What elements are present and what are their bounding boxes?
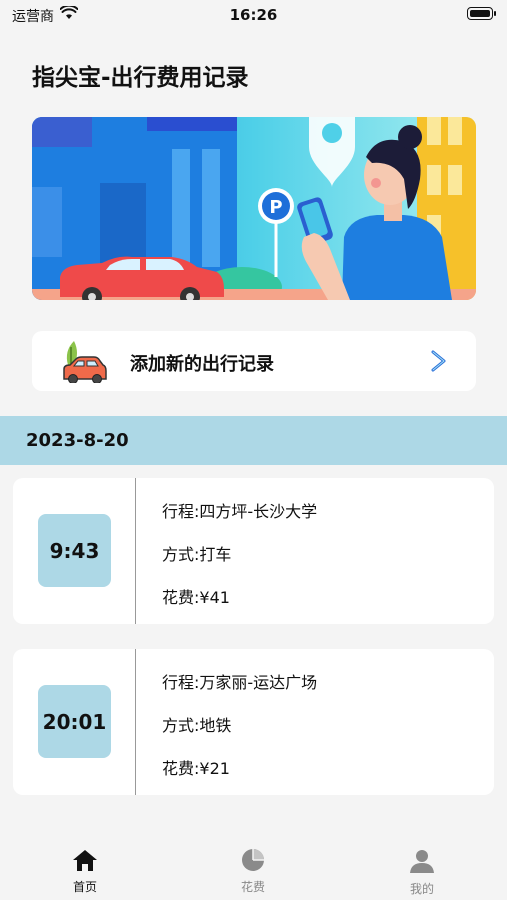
record-cost: 花费:¥41 <box>162 588 230 607</box>
record-cost: 花费:¥21 <box>162 759 230 778</box>
record-card[interactable]: 20:01 行程:万家丽-运达广场 方式:地铁 花费:¥21 <box>13 649 494 795</box>
record-mode: 方式:地铁 <box>162 716 232 735</box>
user-icon <box>410 850 434 873</box>
banner-illustration: P <box>32 117 476 300</box>
tab-profile[interactable]: 我的 <box>382 848 462 897</box>
battery-icon <box>467 7 496 20</box>
record-time: 20:01 <box>38 685 111 758</box>
status-time: 16:26 <box>229 6 278 24</box>
tab-home[interactable]: 首页 <box>45 848 125 895</box>
date-label: 2023-8-20 <box>26 430 129 451</box>
record-route: 行程:万家丽-运达广场 <box>162 673 318 692</box>
pie-chart-icon <box>242 849 264 871</box>
page-title: 指尖宝-出行费用记录 <box>32 65 249 91</box>
tab-cost-label: 花费 <box>240 880 265 894</box>
record-route: 行程:四方坪-长沙大学 <box>162 502 318 521</box>
tab-bar: 首页 花费 我的 <box>0 840 507 900</box>
record-mode: 方式:打车 <box>162 545 232 564</box>
add-record-button[interactable]: 添加新的出行记录 <box>32 331 476 391</box>
tab-home-label: 首页 <box>72 880 97 894</box>
record-time: 9:43 <box>38 514 111 587</box>
date-group-header: 2023-8-20 <box>0 416 507 465</box>
car-icon <box>63 341 107 383</box>
home-icon <box>73 850 97 871</box>
record-divider <box>135 649 136 795</box>
record-divider <box>135 478 136 624</box>
svg-text:P: P <box>269 197 282 218</box>
add-record-label: 添加新的出行记录 <box>130 354 274 375</box>
record-card[interactable]: 9:43 行程:四方坪-长沙大学 方式:打车 花费:¥41 <box>13 478 494 624</box>
tab-cost[interactable]: 花费 <box>213 848 293 895</box>
tab-profile-label: 我的 <box>409 882 434 896</box>
status-bar: 运营商 16:26 <box>0 0 507 30</box>
chevron-right-icon <box>431 350 446 372</box>
